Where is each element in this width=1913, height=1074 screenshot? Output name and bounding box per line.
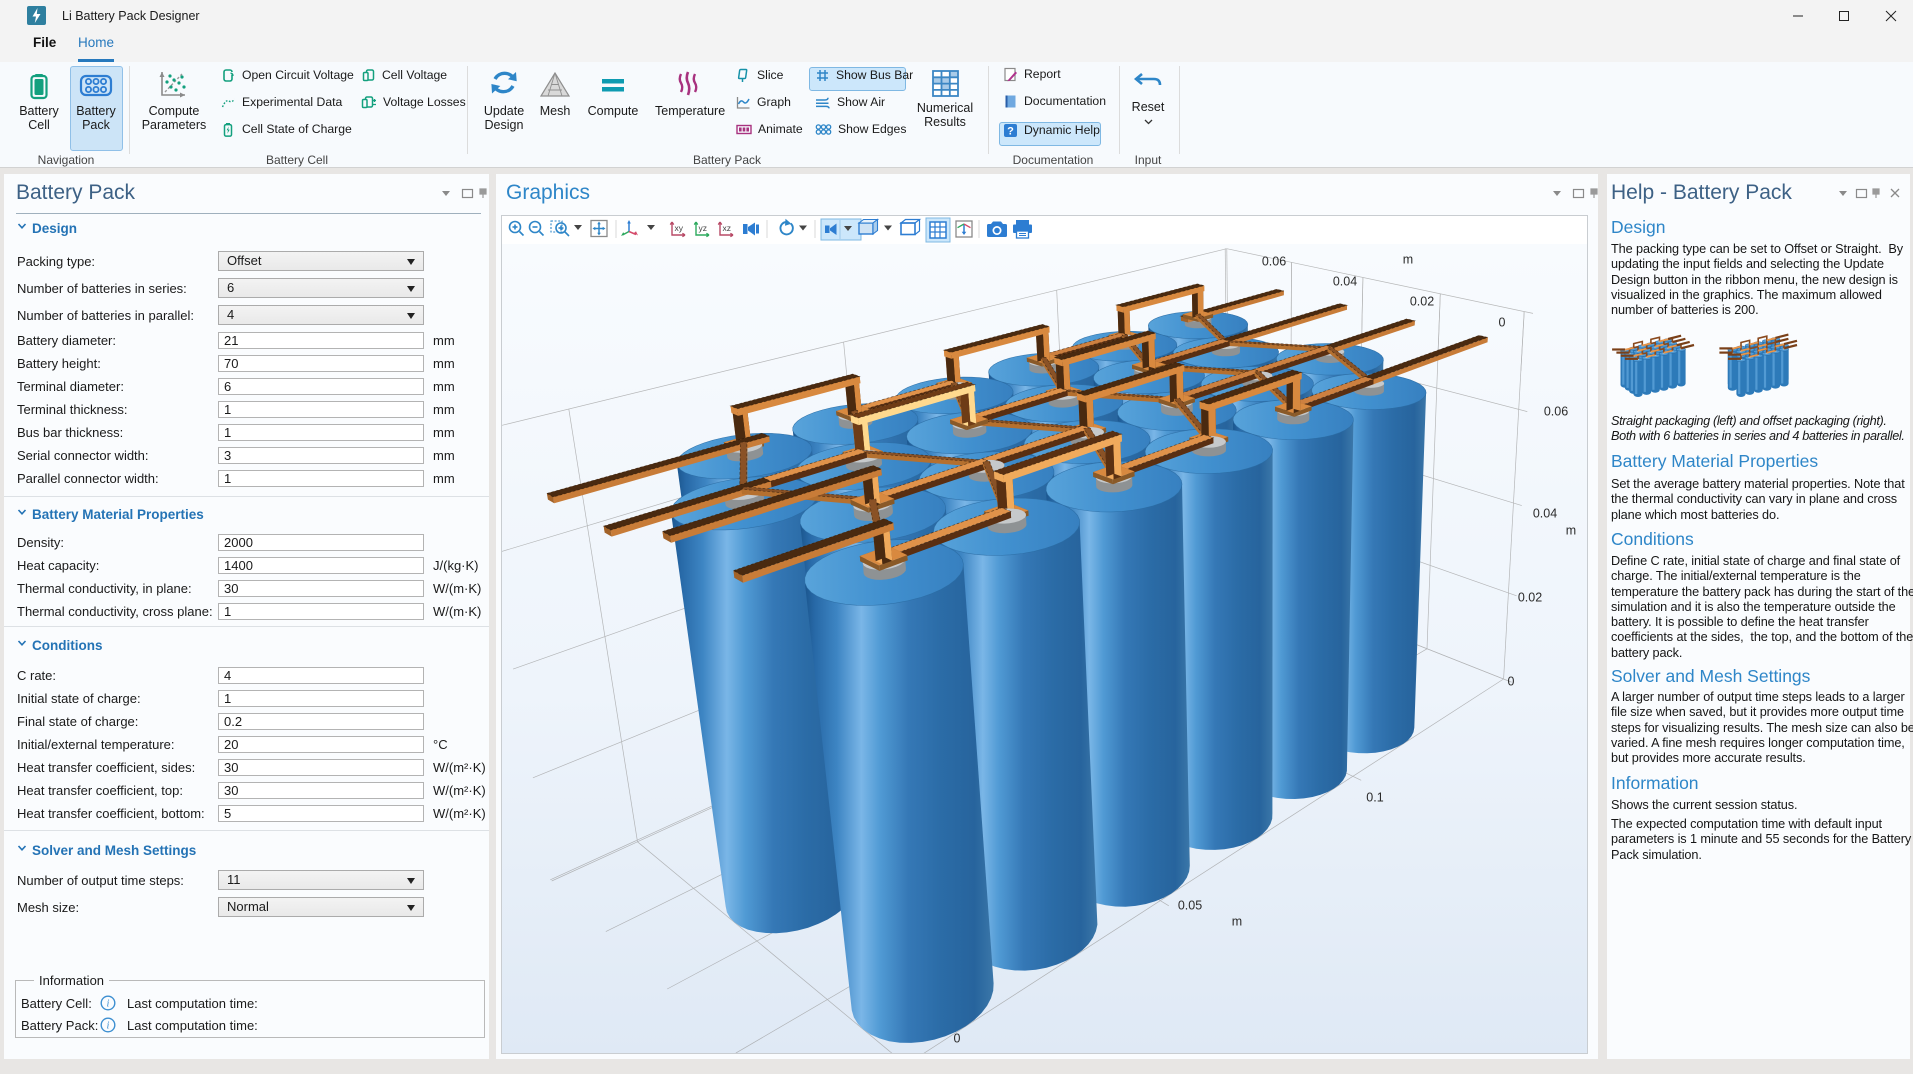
svg-text:i: i <box>107 999 110 1010</box>
svg-text:0: 0 <box>1508 675 1515 689</box>
svg-text:m: m <box>1403 253 1413 267</box>
svg-text:0: 0 <box>954 1032 961 1046</box>
svg-text:0.02: 0.02 <box>1410 295 1434 309</box>
svg-text:yz: yz <box>699 223 708 233</box>
svg-text:?: ? <box>1007 126 1014 138</box>
svg-text:0.1: 0.1 <box>1366 791 1383 805</box>
svg-text:0.02: 0.02 <box>1518 591 1542 605</box>
svg-text:0.05: 0.05 <box>1178 899 1202 913</box>
svg-text:xy: xy <box>675 223 684 233</box>
svg-text:m: m <box>1566 524 1576 538</box>
svg-text:0.04: 0.04 <box>1533 507 1557 521</box>
svg-text:0.06: 0.06 <box>1544 405 1568 419</box>
svg-text:0.04: 0.04 <box>1333 275 1357 289</box>
svg-text:m: m <box>1232 915 1242 929</box>
svg-text:0: 0 <box>1499 316 1506 330</box>
svg-text:0.06: 0.06 <box>1262 255 1286 269</box>
svg-text:i: i <box>107 1021 110 1032</box>
svg-text:xz: xz <box>723 223 732 233</box>
